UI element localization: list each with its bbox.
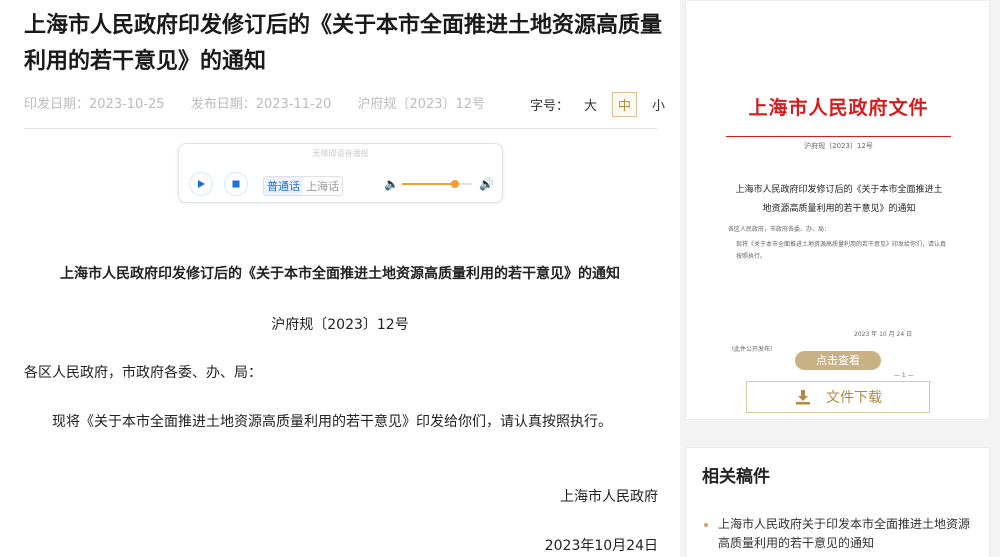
document-number: 沪府规〔2023〕12号 [271,317,409,333]
preview-addressee: 各区人民政府，市政府各委、办、局： [728,226,831,233]
play-icon [198,180,205,188]
language-shanghainese[interactable]: 上海话 [303,177,342,195]
document-preview-card: 上海市人民政府文件 沪府规〔2023〕12号 上海市人民政府印发修订后的《关于本… [685,0,990,420]
preview-page-number: — 1 — [894,372,914,379]
page-title: 上海市人民政府印发修订后的《关于本市全面推进土地资源高质量利用的若干意见》的通知 [24,13,663,74]
audio-player: 无障碍语音播报 普通话 上海话 🔈 🔊 [178,143,503,203]
preview-publicity: （此件公开发布） [728,346,777,353]
related-articles: 相关稿件 上海市人民政府关于印发本市全面推进土地资源高质量利用的若干意见的通知 [685,447,990,557]
article-meta: 印发日期：2023-10-25 发布日期：2023-11-20 沪府规〔2023… [24,93,507,112]
volume-slider[interactable] [402,180,472,188]
document-heading: 上海市人民政府印发修订后的《关于本市全面推进土地资源高质量利用的若干意见》的通知 [60,266,620,282]
related-title: 相关稿件 [702,467,770,487]
preview-header: 上海市人民政府文件 [748,97,929,119]
download-icon [796,390,810,405]
font-size-medium-button[interactable]: 中 [612,92,638,117]
bullet-icon [704,523,708,527]
body-paragraph: 现将《关于本市全面推进土地资源高质量利用的若干意见》印发给你们，请认真按照执行。 [52,414,612,430]
language-switcher: 普通话 上海话 [263,176,343,196]
stop-icon [232,180,240,188]
signer: 上海市人民政府 [560,489,658,505]
download-label: 文件下载 [826,390,882,406]
preview-paragraph: 现将《关于本市全面推进土地资源高质量利用的若干意见》印发给你们，请认真按照执行。 [736,241,947,260]
language-mandarin[interactable]: 普通话 [264,177,303,195]
title-divider [24,128,658,129]
stop-button[interactable] [224,172,248,196]
font-size-switcher: 字号： 大 中 小 [530,92,670,117]
addressee: 各区人民政府，市政府各委、办、局： [24,365,262,381]
doc-number: 沪府规〔2023〕12号 [357,97,486,112]
preview-doc-number: 沪府规〔2023〕12号 [804,142,873,150]
main-content: 上海市人民政府印发修订后的《关于本市全面推进土地资源高质量利用的若干意见》的通知… [0,0,680,557]
font-size-large-button[interactable]: 大 [579,93,602,116]
document-thumbnail[interactable]: 上海市人民政府文件 沪府规〔2023〕12号 上海市人民政府印发修订后的《关于本… [726,71,951,379]
preview-red-line [726,136,951,137]
player-caption: 无障碍语音播报 [312,149,369,158]
preview-title: 上海市人民政府印发修订后的《关于本市全面推进土地资源高质量利用的若干意见》的通知 [735,185,943,214]
related-item-link[interactable]: 上海市人民政府关于印发本市全面推进土地资源高质量利用的若干意见的通知 [718,515,980,553]
sign-date: 2023年10月24日 [544,538,658,554]
download-button[interactable]: 文件下载 [746,381,930,413]
issue-date: 印发日期：2023-10-25 [24,97,165,112]
font-size-label: 字号： [530,99,570,114]
publish-date: 发布日期：2023-11-20 [190,97,332,112]
volume-fill [402,183,455,185]
volume-knob[interactable] [450,180,459,188]
volume-high-icon: 🔊 [479,177,494,191]
preview-date: 2023 年 10 月 24 日 [854,331,913,338]
view-document-button[interactable]: 点击查看 [795,351,881,370]
volume-low-icon: 🔈 [384,177,399,191]
play-button[interactable] [189,172,213,196]
font-size-small-button[interactable]: 小 [647,93,670,116]
